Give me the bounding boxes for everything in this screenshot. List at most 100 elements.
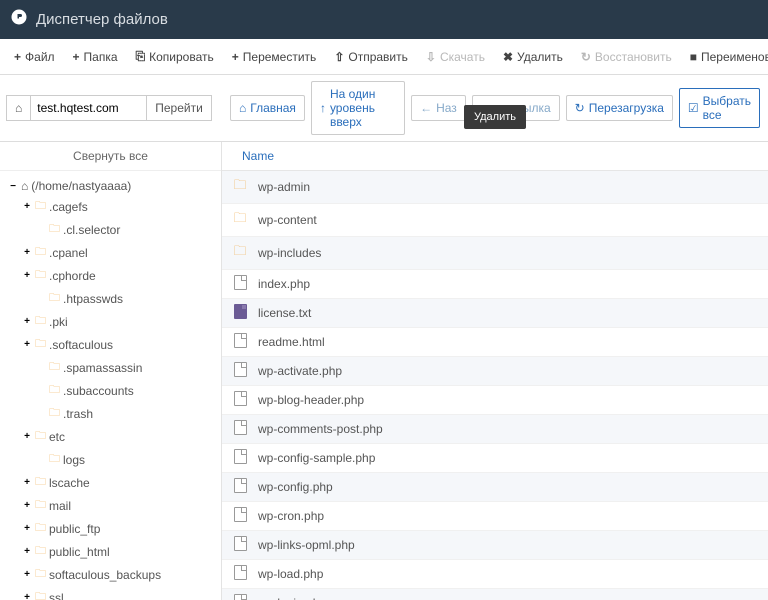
tree-toggle-icon[interactable]: + xyxy=(22,316,32,327)
action-icon: ↻ xyxy=(575,101,585,115)
tree-node[interactable]: +🗀lscache xyxy=(4,471,217,494)
action-5-button[interactable]: ☑Выбрать все xyxy=(679,88,760,128)
toolbar-папка-button[interactable]: +Папка xyxy=(67,45,124,68)
tree-toggle-icon[interactable]: − xyxy=(8,181,18,192)
toolbar-icon: ↻ xyxy=(581,50,591,64)
toolbar-icon: + xyxy=(73,50,80,64)
tree-label: (/home/nastyaaaa) xyxy=(31,179,131,193)
toolbar-icon: ⇧ xyxy=(334,50,344,64)
folder-icon: 🗀 xyxy=(49,220,60,239)
file-icon xyxy=(234,478,247,493)
tree-toggle-icon[interactable]: + xyxy=(22,431,32,442)
folder-icon: 🗀 xyxy=(35,335,46,354)
tree-node[interactable]: +🗀.softaculous xyxy=(4,333,217,356)
tree-toggle-icon[interactable]: + xyxy=(22,247,32,258)
file-row[interactable]: wp-links-opml.php xyxy=(222,531,768,560)
file-icon xyxy=(234,507,247,522)
tree-toggle-icon[interactable]: + xyxy=(22,270,32,281)
tree-label: .pki xyxy=(49,315,68,329)
path-bar: ⌂ Перейти xyxy=(0,75,222,141)
column-header-name[interactable]: Name xyxy=(222,142,768,171)
action-0-button[interactable]: ⌂Главная xyxy=(230,95,305,121)
file-row[interactable]: 🗀wp-includes xyxy=(222,237,768,270)
app-title: Диспетчер файлов xyxy=(36,11,168,28)
file-name: wp-cron.php xyxy=(258,509,324,523)
tree-label: .softaculous xyxy=(49,338,113,352)
file-row[interactable]: license.txt xyxy=(222,299,768,328)
toolbar-отправить-button[interactable]: ⇧Отправить xyxy=(328,45,414,68)
folder-icon: 🗀 xyxy=(35,473,46,492)
toolbar-файл-button[interactable]: +Файл xyxy=(8,45,61,68)
action-2-button[interactable]: ←Наз xyxy=(411,95,466,121)
tree-label: .subaccounts xyxy=(63,384,134,398)
file-name: wp-links-opml.php xyxy=(258,538,355,552)
tree-node[interactable]: +🗀public_html xyxy=(4,540,217,563)
tree-toggle-icon[interactable]: + xyxy=(22,477,32,488)
tree-toggle-icon[interactable]: + xyxy=(22,523,32,534)
cpanel-logo-icon xyxy=(10,8,28,31)
toolbar-icon: + xyxy=(232,50,239,64)
tree-toggle-icon[interactable]: + xyxy=(22,569,32,580)
tree-node[interactable]: +🗀.cagefs xyxy=(4,195,217,218)
file-row[interactable]: wp-config-sample.php xyxy=(222,444,768,473)
tree-toggle-icon[interactable]: + xyxy=(22,500,32,511)
file-name: license.txt xyxy=(258,306,311,320)
tree-node[interactable]: +🗀softaculous_backups xyxy=(4,563,217,586)
tree-toggle-icon[interactable]: + xyxy=(22,201,32,212)
tree-node[interactable]: 🗀.subaccounts xyxy=(4,379,217,402)
tree-toggle-icon[interactable]: + xyxy=(22,592,32,600)
folder-icon: 🗀 xyxy=(49,289,60,308)
file-row[interactable]: wp-blog-header.php xyxy=(222,386,768,415)
file-row[interactable]: wp-activate.php xyxy=(222,357,768,386)
tree-node[interactable]: +🗀public_ftp xyxy=(4,517,217,540)
toolbar-переименовать-button[interactable]: ■Переименовать xyxy=(684,45,768,68)
tree-toggle-icon[interactable]: + xyxy=(22,546,32,557)
action-icon: ↑ xyxy=(320,101,326,115)
tree-node[interactable]: −⌂(/home/nastyaaaa) xyxy=(4,177,217,195)
home-button[interactable]: ⌂ xyxy=(6,95,31,121)
tree-node[interactable]: +🗀etc xyxy=(4,425,217,448)
go-button[interactable]: Перейти xyxy=(147,95,212,121)
file-row[interactable]: readme.html xyxy=(222,328,768,357)
action-1-button[interactable]: ↑На один уровень вверх xyxy=(311,81,405,135)
tree-node[interactable]: +🗀.pki xyxy=(4,310,217,333)
file-icon xyxy=(234,391,247,406)
toolbar-переместить-button[interactable]: +Переместить xyxy=(226,45,323,68)
tree-node[interactable]: +🗀ssl xyxy=(4,586,217,600)
path-input[interactable] xyxy=(31,95,147,121)
tree-node[interactable]: +🗀.cpanel xyxy=(4,241,217,264)
tree-node[interactable]: 🗀.spamassassin xyxy=(4,356,217,379)
file-row[interactable]: wp-login.php xyxy=(222,589,768,600)
collapse-all-button[interactable]: Свернуть все xyxy=(0,142,221,171)
action-icon: ← xyxy=(420,101,432,115)
toolbar-скачать-button: ⇩Скачать xyxy=(420,45,491,68)
file-icon xyxy=(234,420,247,435)
tree-label: etc xyxy=(49,430,65,444)
toolbar-удалить-button[interactable]: ✖Удалить xyxy=(497,45,569,68)
tree-label: .cl.selector xyxy=(63,223,120,237)
file-row[interactable]: wp-config.php xyxy=(222,473,768,502)
file-row[interactable]: wp-load.php xyxy=(222,560,768,589)
action-icon: ☑ xyxy=(688,101,699,115)
tree-label: .cagefs xyxy=(49,200,88,214)
file-row[interactable]: 🗀wp-content xyxy=(222,204,768,237)
action-bar: ⌂Главная↑На один уровень вверх←Наз→ересы… xyxy=(222,75,768,141)
file-row[interactable]: wp-comments-post.php xyxy=(222,415,768,444)
text-file-icon xyxy=(234,304,247,319)
tree-label: lscache xyxy=(49,476,90,490)
tree-node[interactable]: +🗀mail xyxy=(4,494,217,517)
tree-node[interactable]: 🗀.cl.selector xyxy=(4,218,217,241)
action-4-button[interactable]: ↻Перезагрузка xyxy=(566,95,673,121)
file-name: wp-blog-header.php xyxy=(258,393,364,407)
tree-node[interactable]: 🗀logs xyxy=(4,448,217,471)
toolbar-копировать-button[interactable]: ⎘Копировать xyxy=(130,45,220,68)
home-icon: ⌂ xyxy=(21,179,28,193)
file-row[interactable]: index.php xyxy=(222,270,768,299)
tree-toggle-icon[interactable]: + xyxy=(22,339,32,350)
tree-node[interactable]: 🗀.trash xyxy=(4,402,217,425)
folder-icon: 🗀 xyxy=(233,243,246,258)
tree-node[interactable]: 🗀.htpasswds xyxy=(4,287,217,310)
tree-node[interactable]: +🗀.cphorde xyxy=(4,264,217,287)
file-row[interactable]: 🗀wp-admin xyxy=(222,171,768,204)
file-row[interactable]: wp-cron.php xyxy=(222,502,768,531)
